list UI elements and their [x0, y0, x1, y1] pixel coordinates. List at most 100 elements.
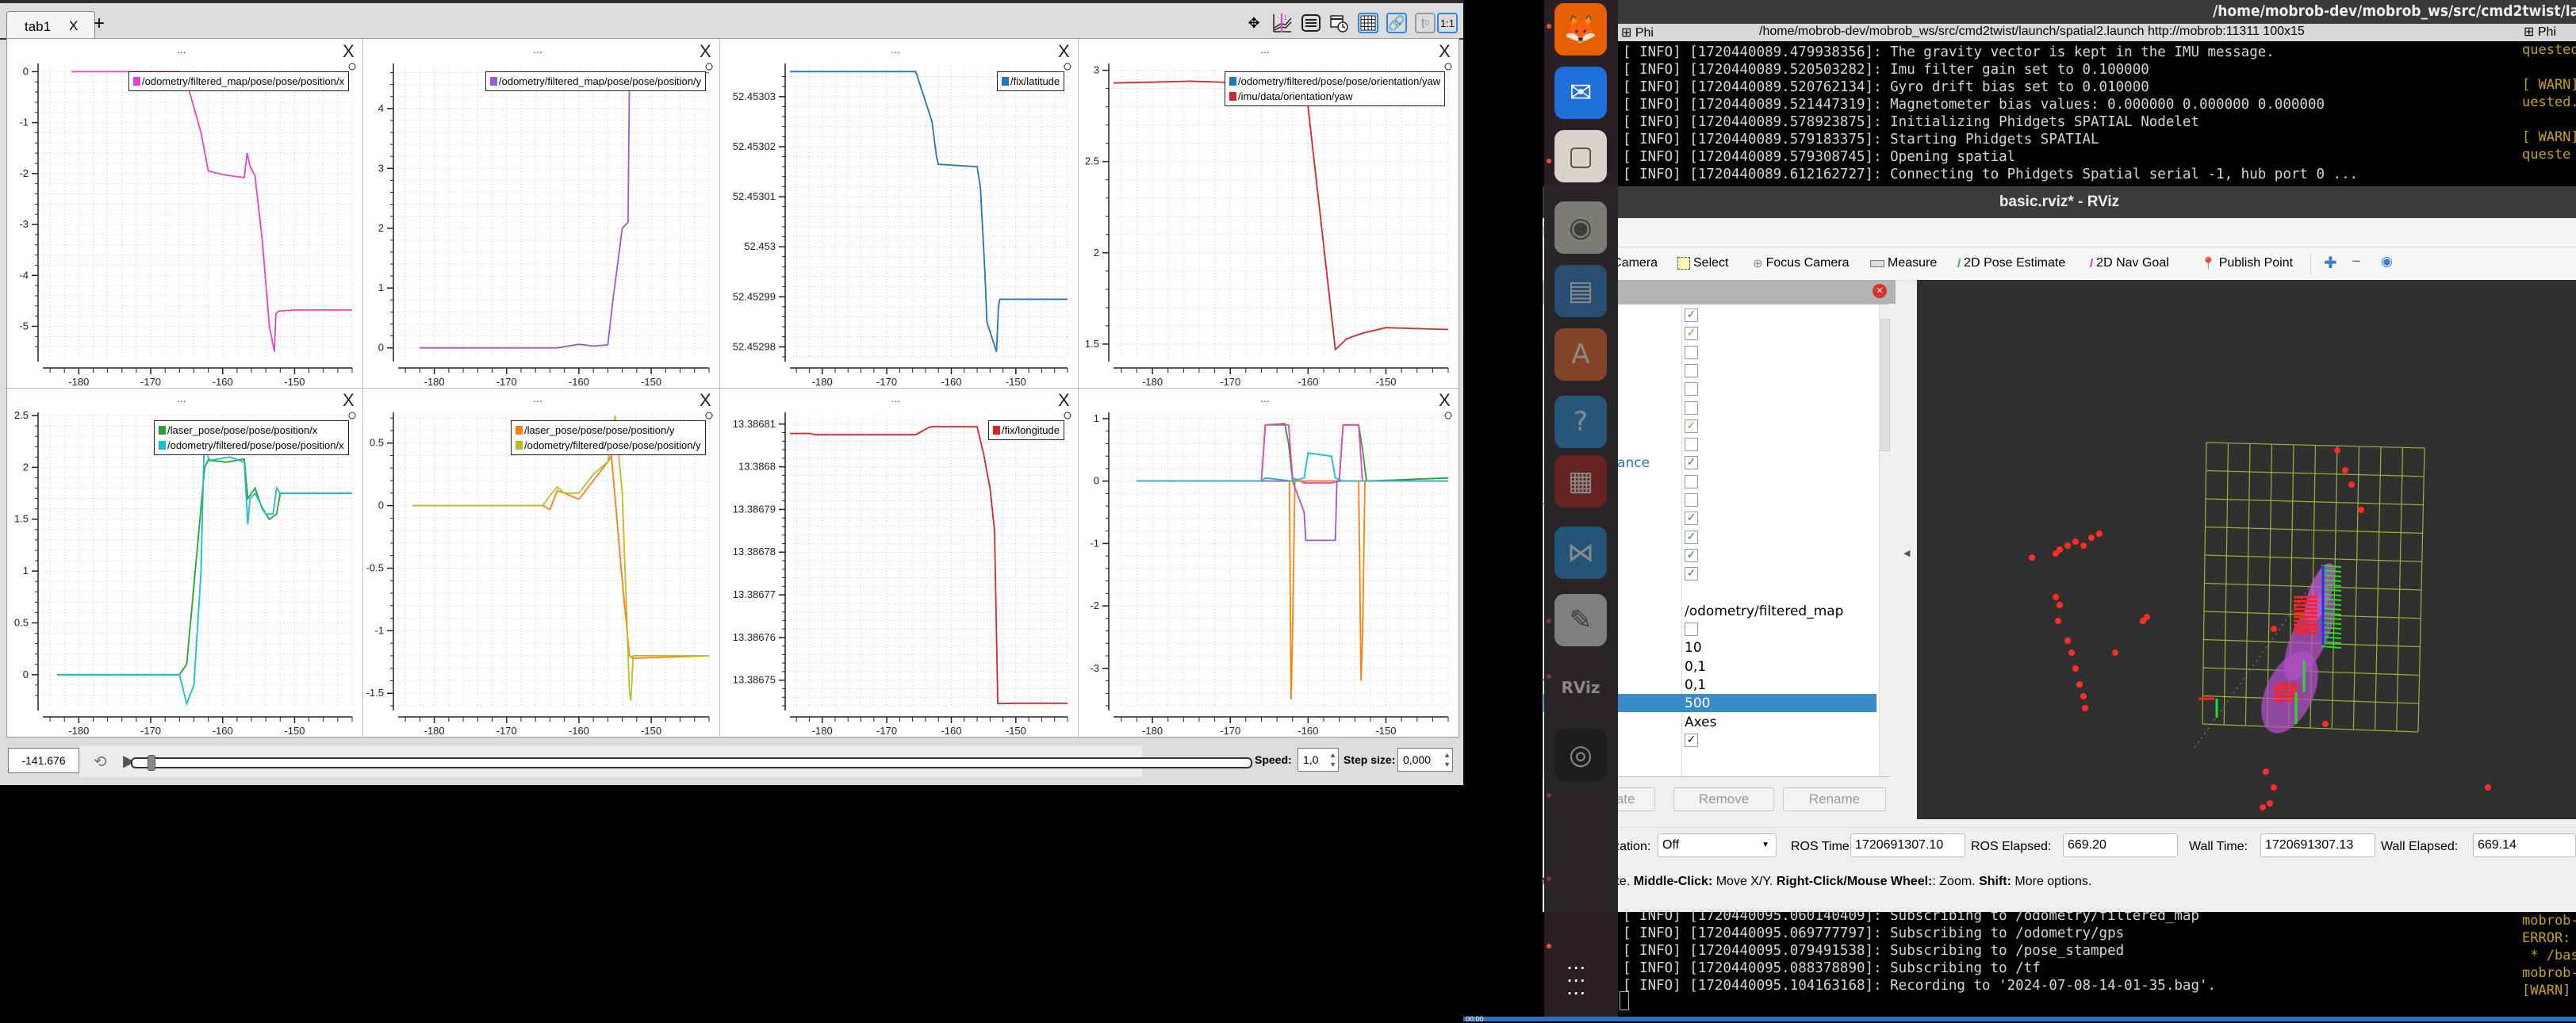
- collapse-panel-icon[interactable]: ◀: [1903, 548, 1910, 558]
- t0-icon[interactable]: t0: [1415, 13, 1436, 33]
- property-value[interactable]: /odometry/filtered_map: [1685, 603, 1843, 619]
- plot-panel[interactable]: ... X -180 -170 -160 -150 -1.5 -1 -0.5 0 0.5/laser…: [363, 389, 719, 736]
- enable-checkbox[interactable]: ✓: [1685, 419, 1698, 433]
- plot-canvas[interactable]: -180 -170 -160 -150 0 1 2 3 4: [363, 40, 719, 387]
- ros-elapsed-field[interactable]: 669.20: [2063, 833, 2178, 857]
- plot-legend[interactable]: /odometry/filtered_map/pose/pose/positio…: [128, 71, 350, 91]
- plot-tracker-icon[interactable]: 1: [1272, 13, 1293, 33]
- close-panel-icon[interactable]: ✕: [1873, 284, 1887, 298]
- property-value[interactable]: Axes: [1685, 715, 1716, 730]
- sync-dropdown[interactable]: Off ▼: [1658, 833, 1777, 857]
- enable-checkbox[interactable]: ✓: [1685, 548, 1698, 562]
- ratio-1-1-icon[interactable]: 1:1: [1437, 13, 1458, 33]
- speed-spinbox[interactable]: 1,0 ▲ ▼: [1298, 748, 1339, 772]
- legend-entry[interactable]: /fix/longitude: [993, 423, 1060, 438]
- remove-button[interactable]: Remove: [1673, 787, 1774, 811]
- add-tab-button[interactable]: +: [94, 13, 105, 35]
- enable-checkbox[interactable]: [1685, 474, 1698, 489]
- plot-legend[interactable]: /fix/latitude: [997, 71, 1065, 91]
- legend-entry[interactable]: /odometry/filtered_map/pose/pose/positio…: [133, 74, 344, 89]
- spin-arrows-icon[interactable]: ▲ ▼: [1443, 750, 1451, 769]
- plot-legend[interactable]: /laser_pose/pose/pose/position/x/odometr…: [154, 420, 349, 455]
- grid-icon[interactable]: [1358, 13, 1378, 33]
- tab-tab1[interactable]: tab1 X: [6, 11, 95, 40]
- rviz-3d-viewport[interactable]: [1917, 280, 2576, 819]
- camera-view-icon[interactable]: ◉: [2381, 254, 2393, 270]
- enable-checkbox[interactable]: [1685, 400, 1698, 415]
- property-value[interactable]: 0,1: [1685, 677, 1706, 693]
- enable-checkbox[interactable]: ✓: [1685, 456, 1698, 470]
- legend-list-icon[interactable]: [1301, 13, 1321, 33]
- firefox-icon[interactable]: 🦊: [1554, 3, 1607, 56]
- plot-panel[interactable]: ... X -180 -170 -160 -150 -3 -2 -1 0 1: [1079, 389, 1458, 736]
- tree-scrollbar[interactable]: [1879, 305, 1890, 776]
- tool-publish-point[interactable]: 📍 Publish Point: [2201, 256, 2293, 270]
- add-tool-icon[interactable]: ✚: [2324, 253, 2337, 273]
- plot-panel[interactable]: ... X -180 -170 -160 -150 13.38675 13.38676 13.3…: [720, 389, 1077, 736]
- plot-panel[interactable]: ... X -180 -170 -160 -150 52.45298 52.45299 52.4…: [720, 40, 1077, 387]
- property-value[interactable]: 0,1: [1685, 659, 1706, 675]
- rename-button[interactable]: Rename: [1783, 787, 1886, 811]
- current-time-field[interactable]: -141.676: [8, 748, 79, 773]
- terminal-pane-tab[interactable]: ⊞ Phi: [1621, 25, 1654, 40]
- legend-entry[interactable]: /laser_pose/pose/pose/position/y: [516, 423, 701, 438]
- plot-panel[interactable]: ... X -180 -170 -160 -150 0 -1 -2 -3 -4 -5/odometry…: [8, 40, 362, 387]
- tool-select[interactable]: Select: [1677, 256, 1728, 270]
- enable-checkbox[interactable]: [1685, 438, 1698, 452]
- app-grid-icon[interactable]: ⋯ ⋯ ⋯: [1566, 958, 1587, 1002]
- legend-entry[interactable]: /fix/latitude: [1002, 74, 1060, 89]
- plot-panel[interactable]: ... X -180 -170 -160 -150 0 1 2 3 4/odometry/filte…: [363, 40, 719, 387]
- thunderbird-icon[interactable]: ✉: [1554, 67, 1607, 119]
- spin-arrows-icon[interactable]: ▲ ▼: [1329, 750, 1336, 769]
- enable-checkbox[interactable]: [1685, 382, 1698, 397]
- wall-elapsed-field[interactable]: 669.14: [2473, 833, 2576, 857]
- enable-checkbox[interactable]: [1685, 493, 1698, 507]
- y-tick-label: 1.5: [1085, 338, 1099, 350]
- ros-time-field[interactable]: 1720691307.10: [1850, 833, 1965, 857]
- terminal-right-pane-tab[interactable]: ⊞ Phi: [2520, 24, 2576, 41]
- plot-legend[interactable]: /laser_pose/pose/pose/position/y/odometr…: [511, 420, 706, 455]
- property-value[interactable]: 10: [1685, 640, 1702, 656]
- move-icon[interactable]: ✥: [1244, 13, 1264, 33]
- tool-2d-pose-estimate[interactable]: /2D Pose Estimate: [1957, 256, 2065, 270]
- legend-entry[interactable]: /odometry/filtered/pose/pose/position/x: [159, 438, 344, 453]
- time-slider-handle[interactable]: [148, 755, 155, 771]
- enable-checkbox[interactable]: ✓: [1685, 530, 1698, 544]
- enable-checkbox[interactable]: [1685, 623, 1698, 637]
- tool-focus-camera[interactable]: ⊕ Focus Camera: [1753, 256, 1850, 270]
- enable-checkbox[interactable]: [1685, 363, 1698, 377]
- legend-entry[interactable]: /odometry/filtered/pose/pose/orientation…: [1229, 74, 1440, 89]
- legend-entry[interactable]: /laser_pose/pose/pose/position/x: [159, 423, 344, 438]
- enable-checkbox[interactable]: ✓: [1685, 327, 1698, 341]
- tab-close-button[interactable]: X: [69, 18, 78, 34]
- legend-entry[interactable]: /odometry/filtered_map/pose/pose/positio…: [490, 74, 701, 89]
- tool-measure[interactable]: Measure: [1870, 256, 1937, 270]
- enable-checkbox[interactable]: ✓: [1685, 733, 1698, 747]
- step-size-spinbox[interactable]: 0,000 ▲ ▼: [1397, 748, 1453, 772]
- enable-checkbox[interactable]: ✓: [1685, 512, 1698, 526]
- enable-checkbox[interactable]: [1685, 345, 1698, 359]
- scrollbar-thumb[interactable]: [1880, 319, 1890, 451]
- wall-time-field[interactable]: 1720691307.13: [2260, 833, 2375, 857]
- plot-legend[interactable]: /fix/longitude: [988, 420, 1064, 440]
- enable-checkbox[interactable]: ✓: [1685, 308, 1698, 322]
- tool-2d-nav-goal[interactable]: /2D Nav Goal: [2090, 256, 2169, 270]
- plot-canvas[interactable]: -180 -170 -160 -150 0 -1 -2 -3 -4 -5: [8, 40, 362, 387]
- plot-canvas[interactable]: -180 -170 -160 -150 -3 -2 -1 0 1: [1079, 389, 1458, 736]
- link-icon[interactable]: 🔗: [1386, 13, 1407, 33]
- plot-canvas[interactable]: -180 -170 -160 -150 52.45298 52.45299 52.453 52…: [720, 40, 1077, 387]
- plot-legend[interactable]: /odometry/filtered/pose/pose/orientation…: [1225, 71, 1446, 106]
- remove-tool-icon[interactable]: −: [2352, 253, 2361, 271]
- loop-icon[interactable]: ⟲: [94, 752, 107, 771]
- property-value[interactable]: 500: [1685, 695, 1710, 711]
- time-slider[interactable]: [131, 757, 1252, 768]
- calendar-clock-icon[interactable]: [1329, 13, 1350, 33]
- plot-legend[interactable]: /odometry/filtered_map/pose/pose/positio…: [485, 71, 707, 91]
- plot-canvas[interactable]: -180 -170 -160 -150 13.38675 13.38676 13.38677…: [720, 389, 1077, 736]
- files-icon[interactable]: ▢: [1554, 130, 1607, 182]
- plot-panel[interactable]: ... X -180 -170 -160 -150 0 0.5 1 1.5 2 2.5/laser_p…: [8, 389, 362, 736]
- legend-entry[interactable]: /imu/data/orientation/yaw: [1229, 89, 1440, 104]
- legend-entry[interactable]: /odometry/filtered/pose/pose/position/y: [516, 438, 701, 453]
- plot-panel[interactable]: ... X -180 -170 -160 -150 1.5 2 2.5 3/odometry/fi…: [1079, 40, 1458, 387]
- enable-checkbox[interactable]: ✓: [1685, 567, 1698, 581]
